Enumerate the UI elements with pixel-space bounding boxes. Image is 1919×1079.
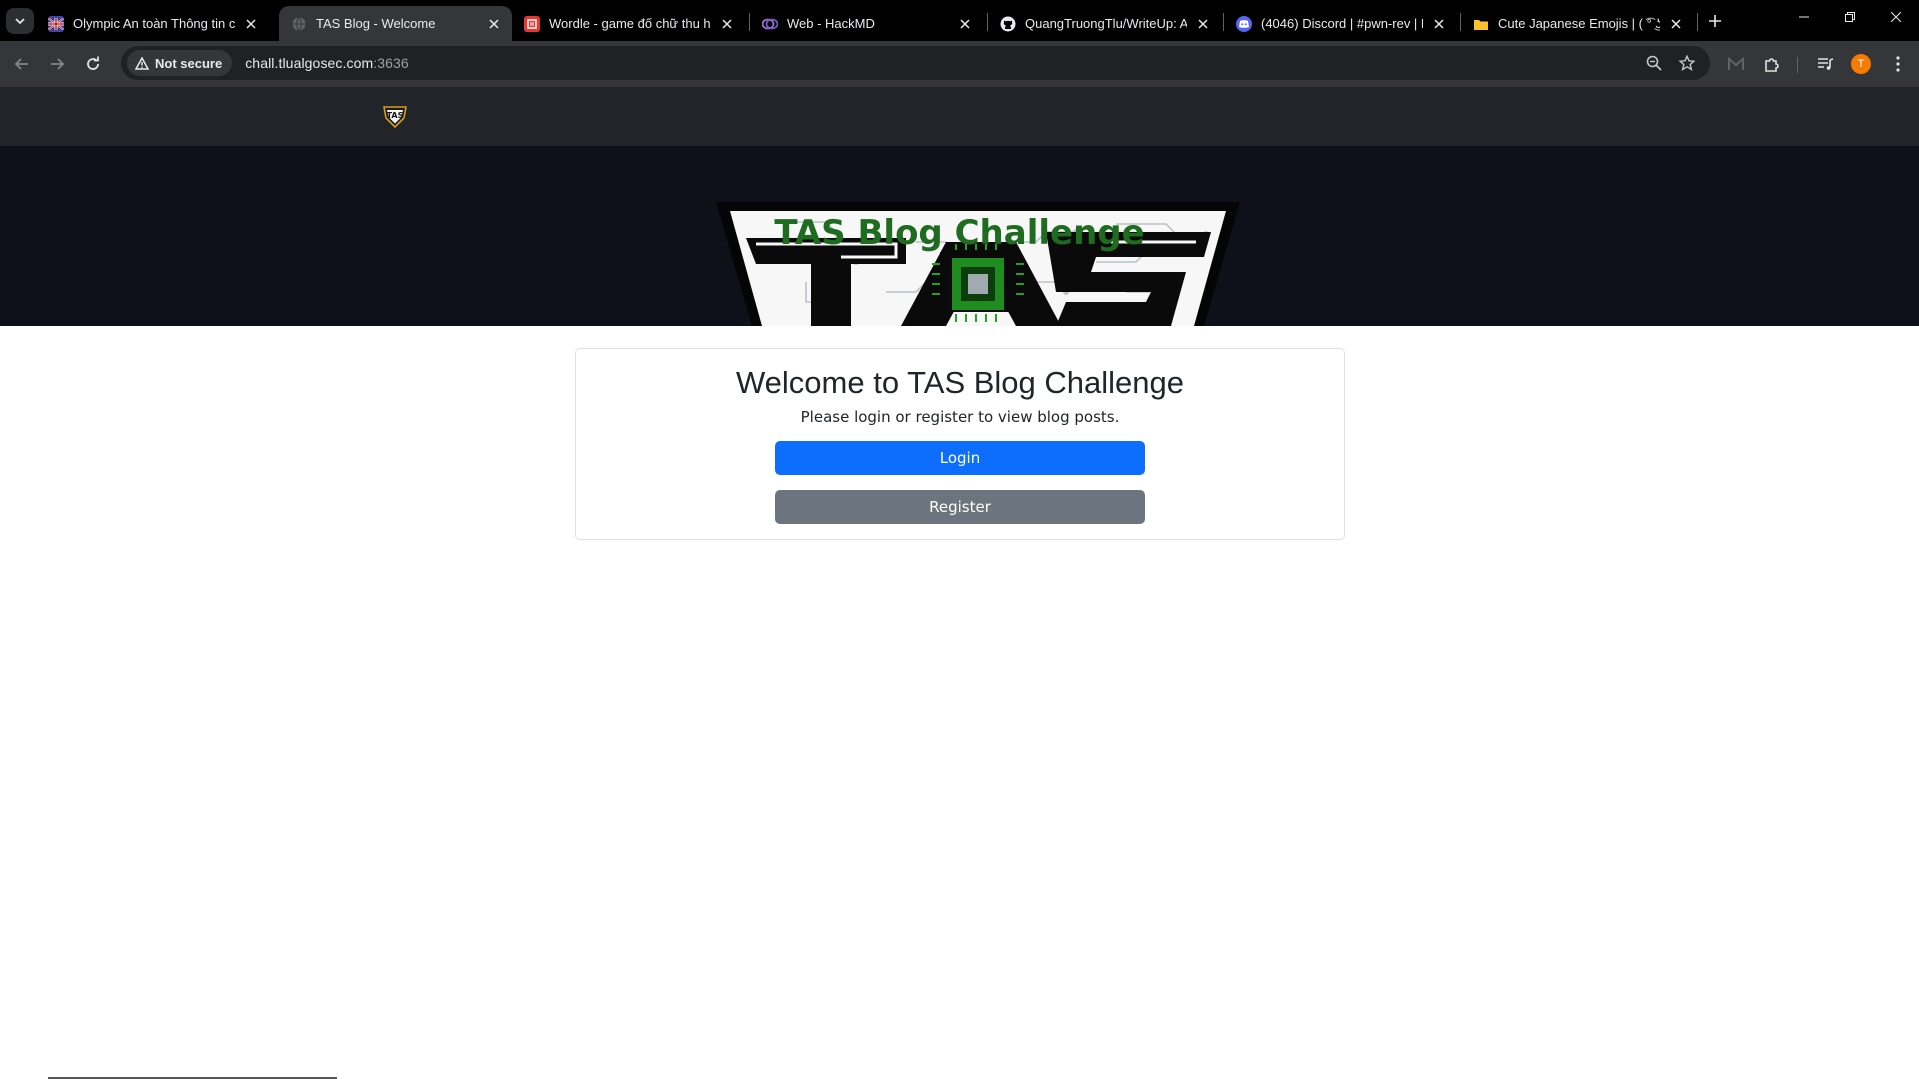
tab-title: TAS Blog - Welcome xyxy=(316,16,436,31)
close-icon[interactable] xyxy=(484,14,504,34)
tab-title: QuangTruongTlu/WriteUp: A pl xyxy=(1025,16,1187,31)
tab-strip: Olympic An toàn Thông tin cấp TAS Blog -… xyxy=(0,0,1919,41)
reload-icon xyxy=(87,56,99,70)
hackmd-icon xyxy=(762,16,778,32)
discord-icon xyxy=(1236,15,1252,32)
arrow-left-icon xyxy=(14,58,28,70)
browser-toolbar: Not secure chall.tlualgosec.com:3636 T xyxy=(0,41,1919,87)
zoom-icon xyxy=(1646,55,1662,71)
reload-button[interactable] xyxy=(79,50,107,78)
tab-discord[interactable]: (4046) Discord | #pwn-rev | DF xyxy=(1224,6,1457,41)
url-port: :3636 xyxy=(373,55,409,71)
tab-olympic[interactable]: Olympic An toàn Thông tin cấp xyxy=(36,6,269,41)
tab-title: Cute Japanese Emojis | ( ͡° ͜ʖ ͡°) xyxy=(1498,16,1660,31)
close-icon[interactable] xyxy=(1429,14,1449,34)
restore-button[interactable] xyxy=(1827,0,1873,34)
minimize-button[interactable] xyxy=(1781,0,1827,34)
globe-icon xyxy=(291,16,307,32)
login-button[interactable]: Login xyxy=(775,441,1145,475)
close-icon[interactable] xyxy=(1666,14,1686,34)
tab-emojis[interactable]: Cute Japanese Emojis | ( ͡° ͜ʖ ͡°) xyxy=(1461,6,1694,41)
close-icon[interactable] xyxy=(1193,14,1213,34)
restore-icon xyxy=(1845,12,1855,22)
url-text[interactable]: chall.tlualgosec.com:3636 xyxy=(245,55,409,71)
brand-text: TAS xyxy=(387,111,404,120)
hero-banner: TAS Blog Challenge xyxy=(0,146,1919,326)
tab-title: Web - HackMD xyxy=(787,16,875,31)
folder-icon xyxy=(1473,16,1489,32)
forward-button[interactable] xyxy=(43,50,71,78)
menu-button[interactable] xyxy=(1886,52,1910,76)
welcome-subtitle: Please login or register to view blog po… xyxy=(800,408,1120,426)
flag-icon xyxy=(48,15,64,32)
extension-gmail-button[interactable] xyxy=(1724,52,1748,76)
close-icon[interactable] xyxy=(717,14,737,34)
new-tab-button[interactable] xyxy=(1703,9,1727,33)
wordle-icon xyxy=(524,15,540,32)
hero-title: TAS Blog Challenge xyxy=(774,213,1145,253)
security-label: Not secure xyxy=(155,55,223,71)
close-icon[interactable] xyxy=(955,14,975,34)
media-controls-button[interactable] xyxy=(1813,52,1837,76)
tab-title: Olympic An toàn Thông tin cấp xyxy=(73,16,235,31)
shield-logo-icon: TAS xyxy=(383,106,407,129)
tab-title: Wordle - game đố chữ thu hút xyxy=(549,16,711,31)
gmail-icon xyxy=(1728,57,1744,70)
plus-icon xyxy=(1709,15,1721,27)
register-button[interactable]: Register xyxy=(775,490,1145,524)
brand-logo[interactable]: TAS xyxy=(381,102,409,130)
security-chip[interactable]: Not secure xyxy=(127,50,233,76)
puzzle-icon xyxy=(1764,57,1779,72)
back-button[interactable] xyxy=(8,50,36,78)
tab-search-button[interactable] xyxy=(6,8,34,34)
tab-wordle[interactable]: Wordle - game đố chữ thu hút xyxy=(512,6,745,41)
site-navbar: TAS xyxy=(0,87,1919,146)
playlist-icon xyxy=(1817,58,1833,70)
star-icon xyxy=(1679,55,1695,71)
tab-title: (4046) Discord | #pwn-rev | DF xyxy=(1261,16,1423,31)
profile-avatar[interactable]: T xyxy=(1851,54,1871,74)
page-title: Welcome to TAS Blog Challenge xyxy=(735,365,1185,400)
toolbar-divider xyxy=(1797,57,1798,73)
chevron-down-icon xyxy=(15,18,25,25)
close-icon xyxy=(1891,12,1901,22)
more-vertical-icon xyxy=(1896,56,1900,72)
github-icon xyxy=(1000,16,1016,32)
welcome-card: Welcome to TAS Blog Challenge Please log… xyxy=(575,348,1345,540)
warning-icon xyxy=(135,56,149,70)
arrow-right-icon xyxy=(51,58,65,70)
window-close-button[interactable] xyxy=(1873,0,1919,34)
tab-hackmd[interactable]: Web - HackMD xyxy=(750,6,983,41)
extensions-button[interactable] xyxy=(1760,52,1784,76)
close-icon[interactable] xyxy=(241,14,261,34)
tab-separator xyxy=(1697,13,1698,31)
url-host: chall.tlualgosec.com xyxy=(245,55,374,71)
bookmark-button[interactable] xyxy=(1675,51,1699,75)
minimize-icon xyxy=(1799,16,1809,18)
tab-tas-blog[interactable]: TAS Blog - Welcome xyxy=(279,6,512,41)
zoom-button[interactable] xyxy=(1642,51,1666,75)
address-bar[interactable]: Not secure chall.tlualgosec.com:3636 xyxy=(121,46,1710,80)
tab-github[interactable]: QuangTruongTlu/WriteUp: A pl xyxy=(988,6,1221,41)
